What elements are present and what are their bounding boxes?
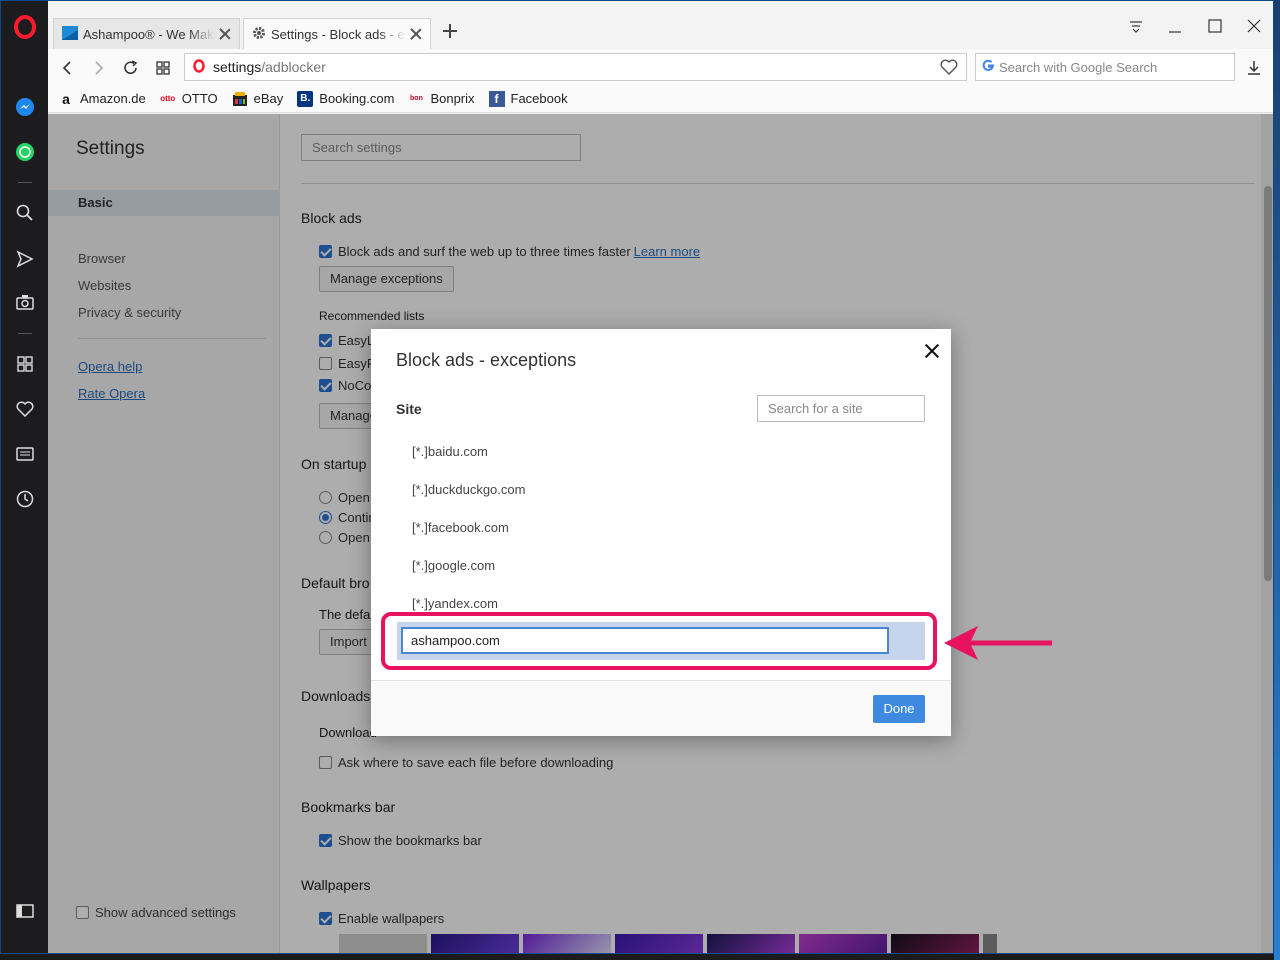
whatsapp-icon[interactable] (13, 140, 37, 164)
opera-logo-icon[interactable] (13, 15, 37, 39)
google-icon (982, 59, 995, 75)
ashampoo-favicon-icon (62, 25, 78, 43)
annotation-highlight (381, 612, 937, 670)
sidebar-toggle-icon[interactable] (13, 899, 37, 923)
facebook-icon: f (488, 90, 505, 107)
dialog-close-icon[interactable] (924, 343, 940, 359)
close-window-button[interactable] (1244, 17, 1264, 37)
bookmarks-bar: a Amazon.de otto OTTO eBay B. Booking.co… (48, 85, 1273, 113)
exception-site-row[interactable]: [*.]baidu.com (412, 444, 488, 459)
back-button[interactable] (56, 57, 78, 79)
bookmark-bonprix[interactable]: bon Bonprix (408, 91, 475, 107)
history-icon[interactable] (13, 487, 37, 511)
done-button[interactable]: Done (873, 695, 925, 723)
url-path: /adblocker (261, 59, 326, 75)
bookmark-label: eBay (253, 91, 284, 106)
tab-ashampoo[interactable]: Ashampoo® - We Make S (53, 18, 240, 49)
speed-dial-button[interactable] (152, 57, 174, 79)
bookmark-otto[interactable]: otto OTTO (160, 91, 218, 107)
bookmark-label: Booking.com (319, 91, 395, 106)
bookmark-heart-icon[interactable] (940, 59, 958, 78)
tab-close-icon[interactable] (410, 28, 422, 40)
download-icon[interactable] (1243, 57, 1265, 79)
bookmark-label: Facebook (510, 91, 568, 106)
tab-close-icon[interactable] (219, 28, 231, 40)
booking-icon: B. (297, 90, 314, 107)
reload-button[interactable] (120, 57, 142, 79)
messenger-icon[interactable] (13, 95, 37, 119)
bookmark-label: Amazon.de (80, 91, 146, 106)
speed-dial-icon[interactable] (13, 352, 37, 376)
exception-site-row[interactable]: [*.]google.com (412, 558, 495, 573)
desktop-background (1274, 0, 1280, 960)
bonprix-icon: bon (410, 95, 423, 102)
forward-button[interactable] (88, 57, 110, 79)
search-icon[interactable] (13, 201, 37, 225)
news-icon[interactable] (13, 442, 37, 466)
amazon-icon: a (62, 90, 70, 107)
exception-site-row[interactable]: [*.]duckduckgo.com (412, 482, 525, 497)
url-field[interactable]: settings/adblocker (184, 53, 967, 81)
tab-strip: Ashampoo® - We Make S Settings - Block a… (48, 1, 1273, 49)
exception-site-row[interactable]: [*.]facebook.com (412, 520, 509, 535)
heart-icon[interactable] (13, 397, 37, 421)
exceptions-dialog: Block ads - exceptions Site Search for a… (371, 329, 951, 736)
site-column-header: Site (396, 401, 422, 417)
tab-menu-icon[interactable] (1126, 17, 1146, 37)
opera-sidebar (1, 1, 48, 953)
bookmark-label: OTTO (181, 91, 218, 106)
new-tab-button[interactable] (442, 23, 458, 39)
search-site-input[interactable]: Search for a site (757, 395, 925, 422)
camera-icon[interactable] (13, 290, 37, 314)
send-icon[interactable] (13, 247, 37, 271)
tab-title: Ashampoo® - We Make S (83, 26, 215, 42)
dialog-footer: Done (371, 680, 951, 736)
gear-icon (252, 26, 266, 43)
bookmark-booking[interactable]: B. Booking.com (297, 90, 395, 107)
bookmark-facebook[interactable]: f Facebook (488, 90, 568, 107)
tab-title: Settings - Block ads - exce (271, 26, 406, 42)
bookmark-label: Bonprix (430, 91, 475, 106)
url-host: settings (213, 59, 262, 75)
web-search-placeholder: Search with Google Search (999, 59, 1158, 75)
minimize-button[interactable] (1165, 17, 1185, 37)
dialog-title: Block ads - exceptions (396, 350, 577, 370)
tab-settings[interactable]: Settings - Block ads - exce (243, 18, 431, 49)
web-search-field[interactable]: Search with Google Search (975, 53, 1235, 81)
maximize-button[interactable] (1205, 17, 1225, 37)
bookmark-amazon[interactable]: a Amazon.de (58, 91, 146, 107)
bookmark-ebay[interactable]: eBay (232, 91, 284, 107)
address-bar: settings/adblocker Search with Google Se… (48, 49, 1273, 85)
annotation-arrow (944, 626, 1052, 660)
ebay-icon (232, 91, 248, 107)
opera-logo-icon (193, 58, 205, 76)
otto-icon: otto (160, 94, 176, 103)
exception-site-row[interactable]: [*.]yandex.com (412, 596, 498, 611)
